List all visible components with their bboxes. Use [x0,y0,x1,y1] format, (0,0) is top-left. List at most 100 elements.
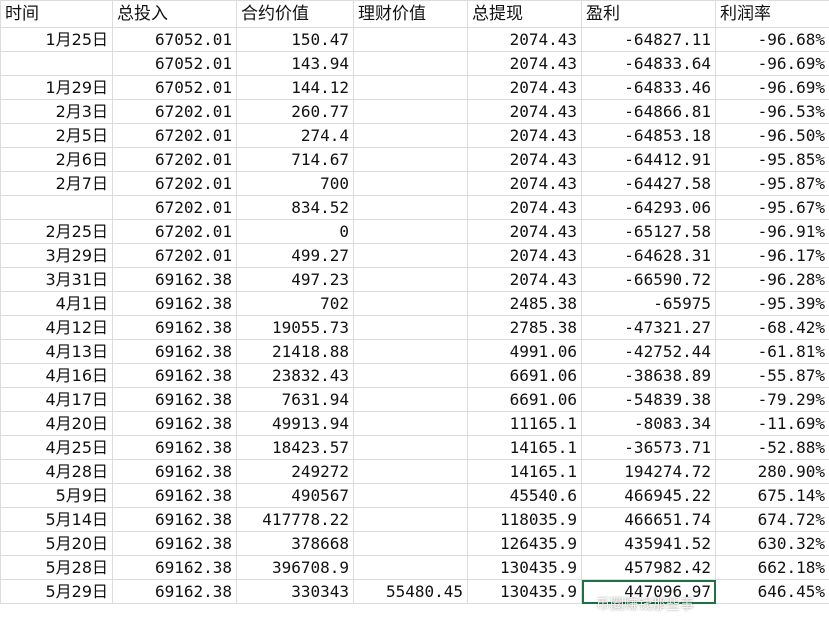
cell-total-invest[interactable]: 69162.38 [112,411,237,436]
cell-profit-rate[interactable]: 674.72% [715,507,829,532]
cell-total-invest[interactable]: 69162.38 [112,363,237,388]
cell-total-invest[interactable]: 67052.01 [112,75,237,100]
cell-profit-rate[interactable]: 630.32% [715,531,829,556]
cell-finance-value[interactable] [353,483,468,508]
cell-time[interactable]: 4月28日 [0,459,113,484]
cell-total-invest[interactable]: 69162.38 [112,291,237,316]
cell-contract-value[interactable]: 702 [236,291,354,316]
cell-contract-value[interactable]: 0 [236,219,354,244]
cell-contract-value[interactable]: 7631.94 [236,387,354,412]
cell-profit-rate[interactable]: -11.69% [715,411,829,436]
cell-time[interactable]: 3月29日 [0,243,113,268]
cell-contract-value[interactable]: 144.12 [236,75,354,100]
cell-total-withdraw[interactable]: 2074.43 [467,267,582,292]
cell-time[interactable]: 2月5日 [0,123,113,148]
cell-total-withdraw[interactable]: 2074.43 [467,51,582,76]
cell-total-withdraw[interactable]: 11165.1 [467,411,582,436]
cell-total-withdraw[interactable]: 2074.43 [467,171,582,196]
cell-time[interactable]: 5月20日 [0,531,113,556]
cell-profit-rate[interactable]: 280.90% [715,459,829,484]
cell-finance-value[interactable] [353,99,468,124]
header-profit-rate[interactable]: 利润率 [715,0,829,28]
cell-total-withdraw[interactable]: 2074.43 [467,243,582,268]
cell-profit-rate[interactable]: -52.88% [715,435,829,460]
cell-total-invest[interactable]: 69162.38 [112,267,237,292]
cell-time[interactable] [0,195,113,220]
cell-profit-rate[interactable]: -61.81% [715,339,829,364]
cell-time[interactable]: 2月3日 [0,99,113,124]
cell-profit[interactable]: -36573.71 [581,435,716,460]
cell-total-invest[interactable]: 67202.01 [112,219,237,244]
cell-profit[interactable]: -64827.11 [581,27,716,52]
cell-profit[interactable]: -64293.06 [581,195,716,220]
cell-finance-value[interactable] [353,123,468,148]
cell-contract-value[interactable]: 378668 [236,531,354,556]
cell-total-invest[interactable]: 67202.01 [112,123,237,148]
cell-total-invest[interactable]: 69162.38 [112,579,237,604]
cell-profit[interactable]: -38638.89 [581,363,716,388]
cell-profit[interactable]: -47321.27 [581,315,716,340]
cell-finance-value[interactable] [353,195,468,220]
cell-total-invest[interactable]: 69162.38 [112,555,237,580]
cell-contract-value[interactable]: 150.47 [236,27,354,52]
cell-profit[interactable]: -8083.34 [581,411,716,436]
cell-profit[interactable]: -64853.18 [581,123,716,148]
cell-profit-rate[interactable]: -96.68% [715,27,829,52]
cell-profit-rate[interactable]: -96.69% [715,51,829,76]
cell-profit[interactable]: 435941.52 [581,531,716,556]
cell-contract-value[interactable]: 714.67 [236,147,354,172]
cell-total-invest[interactable]: 69162.38 [112,483,237,508]
cell-profit[interactable]: -64628.31 [581,243,716,268]
cell-profit-rate[interactable]: -95.39% [715,291,829,316]
cell-time[interactable]: 5月29日 [0,579,113,604]
cell-time[interactable]: 5月28日 [0,555,113,580]
cell-profit-rate[interactable]: -96.17% [715,243,829,268]
cell-finance-value[interactable] [353,147,468,172]
cell-finance-value[interactable] [353,531,468,556]
cell-finance-value[interactable] [353,27,468,52]
cell-contract-value[interactable]: 143.94 [236,51,354,76]
cell-profit-rate[interactable]: -96.91% [715,219,829,244]
cell-total-invest[interactable]: 69162.38 [112,507,237,532]
cell-profit[interactable]: -64866.81 [581,99,716,124]
cell-total-invest[interactable]: 69162.38 [112,435,237,460]
cell-profit[interactable]: 466945.22 [581,483,716,508]
cell-time[interactable]: 4月17日 [0,387,113,412]
cell-total-invest[interactable]: 69162.38 [112,387,237,412]
cell-total-withdraw[interactable]: 6691.06 [467,387,582,412]
header-finance-value[interactable]: 理财价值 [353,0,468,28]
cell-profit-rate[interactable]: -79.29% [715,387,829,412]
header-profit[interactable]: 盈利 [581,0,716,28]
cell-total-invest[interactable]: 67202.01 [112,171,237,196]
cell-total-invest[interactable]: 69162.38 [112,459,237,484]
cell-time[interactable]: 4月13日 [0,339,113,364]
cell-profit[interactable]: -64427.58 [581,171,716,196]
cell-finance-value[interactable] [353,315,468,340]
spreadsheet-grid[interactable]: 时间 总投入 合约价值 理财价值 总提现 盈利 利润率 1月25日 67052.01 150.47… [0,0,829,627]
cell-finance-value[interactable] [353,387,468,412]
cell-time[interactable]: 2月7日 [0,171,113,196]
header-contract-value[interactable]: 合约价值 [236,0,354,28]
cell-time[interactable]: 1月25日 [0,27,113,52]
cell-finance-value[interactable] [353,459,468,484]
cell-time[interactable]: 5月9日 [0,483,113,508]
cell-finance-value[interactable]: 55480.45 [353,579,468,604]
cell-total-withdraw[interactable]: 14165.1 [467,459,582,484]
header-total-withdraw[interactable]: 总提现 [467,0,582,28]
cell-time[interactable]: 4月16日 [0,363,113,388]
cell-contract-value[interactable]: 19055.73 [236,315,354,340]
cell-total-withdraw[interactable]: 2074.43 [467,99,582,124]
cell-profit[interactable]: 457982.42 [581,555,716,580]
cell-total-withdraw[interactable]: 2074.43 [467,75,582,100]
cell-contract-value[interactable]: 700 [236,171,354,196]
cell-contract-value[interactable]: 274.4 [236,123,354,148]
cell-time[interactable]: 3月31日 [0,267,113,292]
cell-contract-value[interactable]: 396708.9 [236,555,354,580]
cell-profit[interactable]: 194274.72 [581,459,716,484]
cell-contract-value[interactable]: 18423.57 [236,435,354,460]
header-time[interactable]: 时间 [0,0,113,28]
cell-total-withdraw[interactable]: 130435.9 [467,579,582,604]
cell-time[interactable]: 4月20日 [0,411,113,436]
cell-finance-value[interactable] [353,75,468,100]
cell-total-invest[interactable]: 67052.01 [112,51,237,76]
